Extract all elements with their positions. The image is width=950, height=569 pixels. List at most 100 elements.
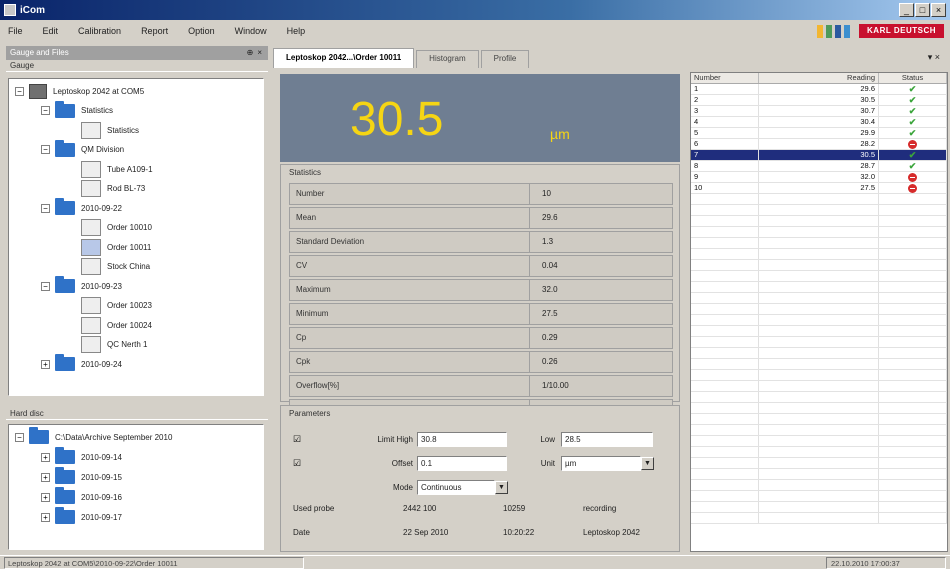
folder-icon bbox=[55, 447, 75, 464]
statistics-title: Statistics bbox=[289, 168, 322, 177]
empty-cell bbox=[759, 348, 879, 358]
gauge-tree-label: 2010-09-24 bbox=[81, 359, 122, 369]
empty-table-row bbox=[691, 370, 947, 381]
gauge-tree-item[interactable]: Rod BL-73 bbox=[67, 180, 145, 197]
empty-table-row bbox=[691, 458, 947, 469]
empty-cell bbox=[759, 194, 879, 204]
close-button[interactable]: × bbox=[931, 3, 946, 17]
disc-tree-item[interactable]: − C:\Data\Archive September 2010 bbox=[15, 427, 172, 445]
empty-table-row bbox=[691, 249, 947, 260]
limit-high-checkbox[interactable]: ☑ bbox=[293, 434, 305, 445]
unit-select[interactable]: µm bbox=[561, 456, 641, 471]
folder-icon bbox=[55, 354, 75, 371]
expand-icon[interactable]: + bbox=[41, 472, 50, 482]
expand-icon[interactable]: + bbox=[41, 512, 50, 522]
reading-value: 30.4 bbox=[759, 117, 879, 127]
empty-cell bbox=[691, 513, 759, 523]
disc-tree-item[interactable]: +2010-09-16 bbox=[41, 487, 122, 505]
tab-profile[interactable]: Profile bbox=[480, 50, 530, 68]
disc-tree-item[interactable]: +2010-09-14 bbox=[41, 447, 122, 465]
menu-calibration[interactable]: Calibration bbox=[78, 26, 121, 36]
table-row[interactable]: 3 30.7 ✔ bbox=[691, 106, 947, 117]
table-row[interactable]: 4 30.4 ✔ bbox=[691, 117, 947, 128]
reading-status: ✔ bbox=[879, 117, 947, 127]
empty-cell bbox=[759, 337, 879, 347]
table-row[interactable]: 10 27.5 bbox=[691, 183, 947, 194]
menu-option[interactable]: Option bbox=[188, 26, 215, 36]
mode-select[interactable]: Continuous bbox=[417, 480, 495, 495]
table-row[interactable]: 9 32.0 bbox=[691, 172, 947, 183]
menu-file[interactable]: File bbox=[8, 26, 23, 36]
gauge-tree-label: Tube A109-1 bbox=[107, 164, 153, 174]
empty-cell bbox=[691, 315, 759, 325]
statistics-row-label: Maximum bbox=[290, 280, 530, 300]
disc-tree[interactable]: − C:\Data\Archive September 2010 +2010-09-… bbox=[8, 424, 264, 550]
gauge-tree-item[interactable]: − Statistics bbox=[41, 100, 113, 119]
panel-header: Gauge and Files ⊕ × bbox=[6, 46, 268, 60]
table-row[interactable]: 2 30.5 ✔ bbox=[691, 95, 947, 106]
collapse-icon[interactable]: − bbox=[15, 432, 24, 442]
disc-tree-item[interactable]: +2010-09-15 bbox=[41, 467, 122, 485]
empty-cell bbox=[691, 392, 759, 402]
col-status[interactable]: Status bbox=[879, 73, 947, 83]
col-number[interactable]: Number bbox=[691, 73, 759, 83]
gauge-tree-item[interactable]: Order 10010 bbox=[67, 219, 152, 236]
gauge-tree-item[interactable]: − QM Division bbox=[41, 139, 124, 158]
mode-dropdown-icon[interactable]: ▼ bbox=[495, 481, 508, 494]
low-input[interactable]: 28.5 bbox=[561, 432, 653, 447]
reading-number: 10 bbox=[691, 183, 759, 193]
collapse-icon[interactable]: − bbox=[41, 106, 50, 115]
table-row[interactable]: 8 28.7 ✔ bbox=[691, 161, 947, 172]
menu-help[interactable]: Help bbox=[287, 26, 306, 36]
expand-icon[interactable]: + bbox=[41, 359, 50, 369]
gauge-tree-item[interactable]: − 2010-09-22 bbox=[41, 198, 122, 216]
table-row[interactable]: 7 30.5 ✔ bbox=[691, 150, 947, 161]
empty-cell bbox=[879, 216, 947, 226]
menu-window[interactable]: Window bbox=[235, 26, 267, 36]
minimize-button[interactable]: _ bbox=[899, 3, 914, 17]
expand-icon[interactable]: + bbox=[41, 492, 50, 502]
panel-close-icon[interactable]: × bbox=[257, 46, 262, 60]
empty-cell bbox=[691, 425, 759, 435]
tab-controls[interactable]: ▾ × bbox=[928, 52, 940, 63]
empty-cell bbox=[759, 392, 879, 402]
gauge-tree-item[interactable]: Order 10011 bbox=[67, 238, 151, 256]
readings-table[interactable]: Number Reading Status 1 29.6 ✔ 2 30.5 ✔ 3 30.7 ✔… bbox=[690, 72, 948, 552]
collapse-icon[interactable]: − bbox=[41, 281, 50, 291]
gauge-tree-item[interactable]: − 2010-09-23 bbox=[41, 276, 122, 294]
gauge-tree-item[interactable]: − Leptoskop 2042 at COM5 bbox=[15, 83, 144, 99]
unit-dropdown-icon[interactable]: ▼ bbox=[641, 457, 654, 470]
gauge-tree-item[interactable]: Statistics bbox=[67, 121, 139, 139]
table-row[interactable]: 6 28.2 bbox=[691, 139, 947, 150]
expand-icon[interactable]: + bbox=[41, 452, 50, 462]
panel-title: Gauge and Files bbox=[10, 48, 69, 57]
document-icon bbox=[81, 219, 101, 236]
tab-histogram[interactable]: Histogram bbox=[416, 50, 479, 68]
gauge-tree-item[interactable]: +2010-09-24 bbox=[41, 354, 122, 372]
offset-checkbox[interactable]: ☑ bbox=[293, 458, 305, 469]
maximize-button[interactable]: □ bbox=[915, 3, 930, 17]
collapse-icon[interactable]: − bbox=[41, 145, 50, 154]
collapse-icon[interactable]: − bbox=[15, 86, 24, 96]
col-reading[interactable]: Reading bbox=[759, 73, 879, 83]
gauge-tree-item[interactable]: Stock China bbox=[67, 258, 150, 275]
collapse-icon[interactable]: − bbox=[41, 203, 50, 213]
limit-high-input[interactable]: 30.8 bbox=[417, 432, 507, 447]
gauge-tree-item[interactable]: QC Nerth 1 bbox=[67, 336, 147, 353]
menu-report[interactable]: Report bbox=[141, 26, 168, 36]
tab-order[interactable]: Leptoskop 2042...\Order 10011 bbox=[273, 48, 415, 68]
gauge-tree-item[interactable]: Order 10024 bbox=[67, 316, 152, 334]
menu-edit[interactable]: Edit bbox=[43, 26, 59, 36]
gauge-tree-item[interactable]: Tube A109-1 bbox=[67, 160, 153, 178]
offset-input[interactable]: 0.1 bbox=[417, 456, 507, 471]
pin-icon[interactable]: ⊕ bbox=[247, 46, 254, 60]
brand-logo: KARL DEUTSCH bbox=[817, 24, 944, 38]
table-row[interactable]: 1 29.6 ✔ bbox=[691, 84, 947, 95]
gauge-tree-item[interactable]: Order 10023 bbox=[67, 297, 152, 314]
statistics-row-value: 10 bbox=[542, 189, 551, 198]
disc-tree-item[interactable]: +2010-09-17 bbox=[41, 507, 122, 525]
table-row[interactable]: 5 29.9 ✔ bbox=[691, 128, 947, 139]
empty-cell bbox=[879, 348, 947, 358]
empty-table-row bbox=[691, 359, 947, 370]
gauge-tree[interactable]: − Leptoskop 2042 at COM5 − Statistics Statis… bbox=[8, 78, 264, 396]
